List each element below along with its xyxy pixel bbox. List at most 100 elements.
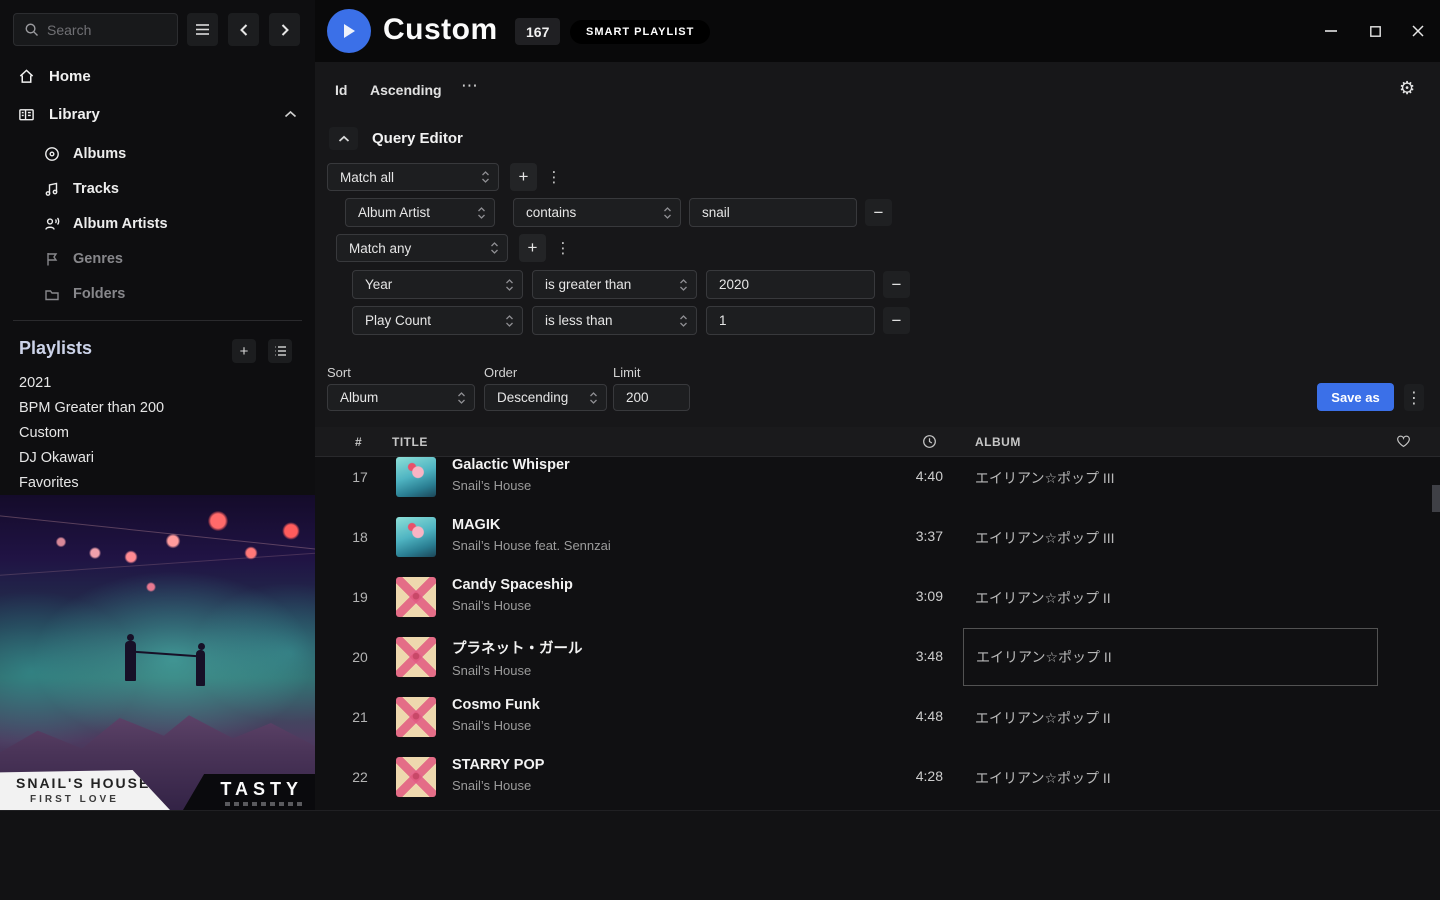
more-options-button[interactable]: ⋯ <box>461 76 478 96</box>
save-as-button[interactable]: Save as <box>1317 383 1394 411</box>
rule-operator-select[interactable]: contains <box>513 198 681 227</box>
sidebar-item-folders[interactable]: Folders <box>0 276 315 311</box>
sidebar-item-label: Albums <box>73 146 126 162</box>
table-row[interactable]: 22 STARRY POP Snail’s House 4:28 エイリアン☆ポ… <box>315 747 1440 807</box>
remove-rule-button[interactable]: − <box>865 199 892 226</box>
settings-gear-button[interactable]: ⚙ <box>1399 78 1415 99</box>
rule-field-select[interactable]: Year <box>352 270 523 299</box>
search-input[interactable] <box>47 22 167 38</box>
plus-icon: + <box>528 238 538 258</box>
table-header: # TITLE ALBUM <box>315 427 1440 457</box>
album-art-title: FIRST LOVE <box>16 794 170 805</box>
column-header-duration[interactable] <box>922 434 937 449</box>
sidebar-item-label: Folders <box>73 286 125 302</box>
rule-field-select[interactable]: Play Count <box>352 306 523 335</box>
order-select[interactable]: Descending <box>484 384 607 411</box>
sort-select[interactable]: Album <box>327 384 475 411</box>
select-value: Album Artist <box>358 205 430 220</box>
album-art-figure <box>125 641 136 681</box>
playlist-list-button[interactable] <box>268 339 292 363</box>
track-duration: 4:28 <box>835 768 943 784</box>
sidebar-item-genres[interactable]: Genres <box>0 241 315 276</box>
track-album-cell[interactable]: エイリアン☆ポップ II <box>975 588 1111 608</box>
limit-input[interactable] <box>613 384 690 411</box>
chevron-right-icon <box>279 23 291 37</box>
watermark-text: TASTY <box>220 779 303 800</box>
track-number: 17 <box>345 469 375 485</box>
column-header-title[interactable]: TITLE <box>392 435 428 449</box>
remove-rule-button[interactable]: − <box>883 307 910 334</box>
save-menu-button[interactable]: ⋮ <box>1404 384 1424 411</box>
query-editor-collapse-button[interactable] <box>329 127 358 150</box>
track-thumbnail <box>396 577 436 617</box>
sort-field-button[interactable]: Id <box>335 82 347 98</box>
playlist-item-dj-okawari[interactable]: DJ Okawari <box>19 446 94 470</box>
add-playlist-button[interactable]: + <box>232 339 256 363</box>
add-rule-button-2[interactable]: + <box>519 234 546 262</box>
playlist-item-2021[interactable]: 2021 <box>19 371 51 395</box>
table-row[interactable]: 17 Galactic Whisper Snail’s House 4:40 エ… <box>315 457 1440 507</box>
column-header-favorite[interactable] <box>1396 434 1411 448</box>
close-button[interactable] <box>1408 22 1428 40</box>
track-album-cell[interactable]: エイリアン☆ポップ II <box>975 768 1111 788</box>
table-row[interactable]: 21 Cosmo Funk Snail’s House 4:48 エイリアン☆ポ… <box>315 687 1440 747</box>
playlist-item-favorites[interactable]: Favorites <box>19 471 79 495</box>
table-row[interactable]: 18 MAGIK Snail’s House feat. Sennzai 3:3… <box>315 507 1440 567</box>
select-value: Match all <box>340 170 394 185</box>
track-album-cell[interactable]: エイリアン☆ポップ III <box>975 528 1115 548</box>
select-arrows-icon <box>490 241 499 255</box>
track-thumbnail <box>396 697 436 737</box>
maximize-button[interactable] <box>1365 22 1385 40</box>
chevron-up-icon[interactable] <box>284 110 297 119</box>
column-header-index[interactable]: # <box>355 435 362 449</box>
select-value: contains <box>526 205 576 220</box>
rule-value-input[interactable] <box>706 306 875 335</box>
minimize-button[interactable] <box>1321 22 1341 40</box>
select-arrows-icon <box>477 206 486 220</box>
group-menu-button-2[interactable]: ⋮ <box>555 234 571 262</box>
match-type-select-1[interactable]: Match all <box>327 163 499 191</box>
track-album-cell[interactable]: エイリアン☆ポップ III <box>975 468 1115 488</box>
sidebar-item-label: Tracks <box>73 181 119 197</box>
scrollbar-thumb[interactable] <box>1432 485 1440 512</box>
rule-value-input[interactable] <box>706 270 875 299</box>
rule-value-input[interactable] <box>689 198 857 227</box>
track-duration: 3:09 <box>835 588 943 604</box>
sidebar-item-label: Home <box>49 68 91 85</box>
table-row[interactable]: 19 Candy Spaceship Snail’s House 3:09 エイ… <box>315 567 1440 627</box>
column-header-album[interactable]: ALBUM <box>975 435 1021 449</box>
select-value: is greater than <box>545 277 631 292</box>
menu-button[interactable] <box>187 13 218 46</box>
plus-icon: + <box>519 167 529 187</box>
query-editor-title: Query Editor <box>372 130 463 147</box>
sort-order-button[interactable]: Ascending <box>370 82 442 98</box>
playlist-item-bpm[interactable]: BPM Greater than 200 <box>19 396 164 420</box>
rule-operator-select[interactable]: is greater than <box>532 270 697 299</box>
remove-rule-button[interactable]: − <box>883 271 910 298</box>
playlist-item-custom[interactable]: Custom <box>19 421 69 445</box>
sidebar-item-library[interactable]: Library <box>0 96 315 132</box>
flag-icon <box>44 251 60 267</box>
app-window: Home Library Albums Tracks <box>0 0 1440 900</box>
track-album-cell[interactable]: エイリアン☆ポップ II <box>975 708 1111 728</box>
chevron-left-icon <box>238 23 250 37</box>
rule-field-select[interactable]: Album Artist <box>345 198 495 227</box>
add-rule-button-1[interactable]: + <box>510 163 537 191</box>
forward-button[interactable] <box>269 13 300 46</box>
sidebar-item-albums[interactable]: Albums <box>0 136 315 171</box>
rule-operator-select[interactable]: is less than <box>532 306 697 335</box>
watermark-subtext <box>225 802 303 806</box>
match-type-select-2[interactable]: Match any <box>336 234 508 262</box>
sidebar-item-home[interactable]: Home <box>0 58 315 94</box>
track-number: 20 <box>345 649 375 665</box>
table-row[interactable]: 20 プラネット・ガール Snail’s House 3:48 エイリアン☆ポッ… <box>315 627 1440 687</box>
search-box[interactable] <box>13 13 178 46</box>
sidebar-item-album-artists[interactable]: Album Artists <box>0 206 315 241</box>
playlist-play-button[interactable] <box>327 9 371 53</box>
sidebar-item-tracks[interactable]: Tracks <box>0 171 315 206</box>
track-album-cell-focused[interactable]: エイリアン☆ポップ II <box>963 628 1378 686</box>
group-menu-button-1[interactable]: ⋮ <box>546 163 562 191</box>
track-artist: Snail’s House <box>452 778 544 793</box>
back-button[interactable] <box>228 13 259 46</box>
select-arrows-icon <box>589 391 598 405</box>
